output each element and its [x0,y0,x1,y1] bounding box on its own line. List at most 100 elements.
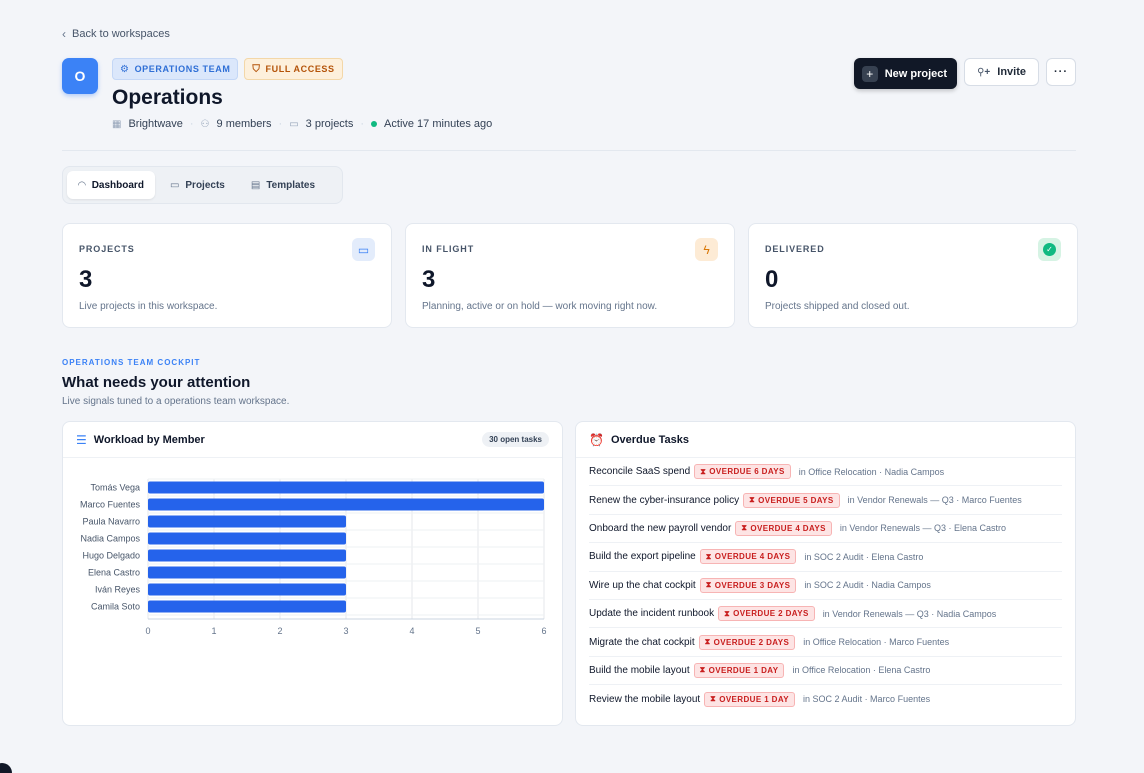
hourglass-icon: ⧗ [749,495,756,505]
overdue-badge-label: OVERDUE 3 DAYS [714,580,791,590]
x-tick-label: 1 [211,626,216,636]
task-name[interactable]: Renew the cyber-insurance policy [589,495,739,506]
overdue-task-row[interactable]: Build the export pipeline ⧗ OVERDUE 4 DAYS… [589,543,1062,572]
access-badge-label: FULL ACCESS [265,64,335,74]
back-link[interactable]: ‹ Back to workspaces [62,27,170,41]
new-project-label: New project [884,67,948,80]
y-tick-label: Camila Soto [91,602,140,612]
overdue-badge: ⧗ OVERDUE 3 DAYS [699,577,797,593]
tab-templates[interactable]: ▤ Templates [240,171,326,199]
task-context: in SOC 2 Audit · Elena Castro [804,551,924,562]
task-context: in Vendor Renewals — Q3 · Marco Fuentes [847,495,1022,506]
workload-panel: ☰ Workload by Member 30 open tasks 0 1 2 3 4… [62,421,563,726]
users-icon: ⚇ [200,118,210,130]
overdue-badge: ⧗ OVERDUE 4 DAYS [735,520,832,536]
header-actions: + New project ⚲+ Invite ··· [853,58,1076,89]
tab-dashboard[interactable]: ◠ Dashboard [67,171,155,199]
stat-description: Planning, active or on hold — work movin… [422,301,658,312]
overdue-badge: ⧗ OVERDUE 2 DAYS [698,634,796,650]
task-name[interactable]: Onboard the new payroll vendor [589,523,731,534]
team-badge-label: OPERATIONS TEAM [134,64,231,74]
hourglass-icon: ⧗ [724,608,731,618]
task-name[interactable]: Build the mobile layout [589,665,690,676]
overdue-badge: ⧗ OVERDUE 5 DAYS [743,492,840,508]
workload-bar [148,566,346,579]
overdue-title: Overdue Tasks [610,433,690,446]
overdue-task-list: Reconcile SaaS spend ⧗ OVERDUE 6 DAYS in Of… [576,458,1075,714]
activity-status: Active 17 minutes ago [384,118,493,130]
workload-bar [148,532,346,545]
overdue-task-row[interactable]: Migrate the chat cockpit ⧗ OVERDUE 2 DAYS i… [589,628,1062,657]
folder-icon: ▭ [169,179,180,191]
more-options-button[interactable]: ··· [1046,58,1076,86]
hourglass-icon: ⧗ [705,551,712,561]
stat-card-projects: PROJECTS 3 Live projects in this workspa… [62,223,392,328]
team-badge: ⚙ OPERATIONS TEAM [112,58,239,80]
task-name[interactable]: Reconcile SaaS spend [589,466,690,477]
stat-label: DELIVERED [765,244,825,254]
overdue-badge: ⧗ OVERDUE 2 DAYS [718,606,815,622]
x-tick-label: 3 [343,626,348,636]
gauge-icon: ◠ [78,179,86,191]
more-icon: ··· [1054,66,1068,78]
overdue-task-row[interactable]: Review the mobile layout ⧗ OVERDUE 1 DAY in… [589,685,1062,713]
task-context: in Vendor Renewals — Q3 · Nadia Campos [822,608,997,619]
open-tasks-pill: 30 open tasks [482,432,549,447]
overdue-badge-label: OVERDUE 1 DAY [719,694,790,704]
workspace-meta: ▦ Brightwave · ⚇ 9 members · ▭ 3 project… [112,118,493,130]
hourglass-icon: ⧗ [741,523,748,533]
workload-bar [148,583,346,596]
hourglass-icon: ⧗ [700,466,707,476]
y-tick-label: Tomás Vega [90,483,140,493]
overdue-task-row[interactable]: Reconcile SaaS spend ⧗ OVERDUE 6 DAYS in Of… [589,458,1062,487]
tab-bar: ◠ Dashboard ▭ Projects ▤ Templates [62,166,343,204]
stat-value: 0 [765,266,779,293]
y-tick-label: Elena Castro [88,568,140,578]
invite-button[interactable]: ⚲+ Invite [964,58,1039,86]
active-status-dot [371,121,378,127]
overdue-badge-label: OVERDUE 4 DAYS [750,523,826,533]
corner-widget[interactable] [0,763,12,773]
overdue-task-row[interactable]: Renew the cyber-insurance policy ⧗ OVERDUE… [589,486,1062,515]
task-name[interactable]: Wire up the chat cockpit [589,580,696,591]
invite-label: Invite [997,66,1026,78]
building-icon: ▦ [112,118,122,130]
task-name[interactable]: Review the mobile layout [589,694,700,705]
overdue-badge-label: OVERDUE 2 DAYS [733,609,809,619]
stat-label: IN FLIGHT [422,244,475,254]
task-context: in Office Relocation · Nadia Campos [798,466,945,477]
workload-bar [148,549,346,562]
overdue-badge-label: OVERDUE 6 DAYS [709,467,785,477]
overdue-task-row[interactable]: Wire up the chat cockpit ⧗ OVERDUE 3 DAYS i… [589,572,1062,600]
folder-icon: ▭ [352,238,375,261]
overdue-badge: ⧗ OVERDUE 4 DAYS [699,549,797,565]
task-name[interactable]: Update the incident runbook [589,608,714,619]
x-tick-label: 6 [541,626,546,636]
section-subtitle: Live signals tuned to a operations team … [62,396,290,407]
overdue-panel: ⏰ Overdue Tasks Reconcile SaaS spend ⧗ OVE… [575,421,1076,726]
overdue-task-row[interactable]: Build the mobile layout ⧗ OVERDUE 1 DAY in … [589,657,1062,686]
folder-icon: ▭ [289,118,299,130]
stat-card-delivered: DELIVERED 0 Projects shipped and closed … [748,223,1078,328]
task-name[interactable]: Build the export pipeline [589,551,696,562]
header-divider [62,150,1076,151]
x-tick-label: 5 [475,626,480,636]
task-name[interactable]: Migrate the chat cockpit [589,637,695,648]
y-tick-label: Nadia Campos [80,534,140,544]
task-context: in Vendor Renewals — Q3 · Elena Castro [839,523,1006,534]
overdue-task-row[interactable]: Update the incident runbook ⧗ OVERDUE 2 DA… [589,600,1062,629]
overdue-badge-label: OVERDUE 4 DAYS [714,552,791,562]
tab-label: Projects [185,179,225,191]
tab-label: Templates [266,179,316,191]
overdue-task-row[interactable]: Onboard the new payroll vendor ⧗ OVERDUE 4… [589,515,1062,544]
x-tick-label: 2 [277,626,282,636]
workload-title: Workload by Member [93,433,205,446]
workload-bar [148,600,346,613]
y-tick-label: Iván Reyes [95,585,141,595]
new-project-button[interactable]: + New project [853,58,958,89]
tab-projects[interactable]: ▭ Projects [159,171,236,199]
shield-icon: ⛉ [252,63,261,75]
x-tick-label: 4 [409,626,414,636]
workspace-avatar: O [62,58,98,94]
workspace-badges: ⚙ OPERATIONS TEAM ⛉ FULL ACCESS [112,58,343,80]
